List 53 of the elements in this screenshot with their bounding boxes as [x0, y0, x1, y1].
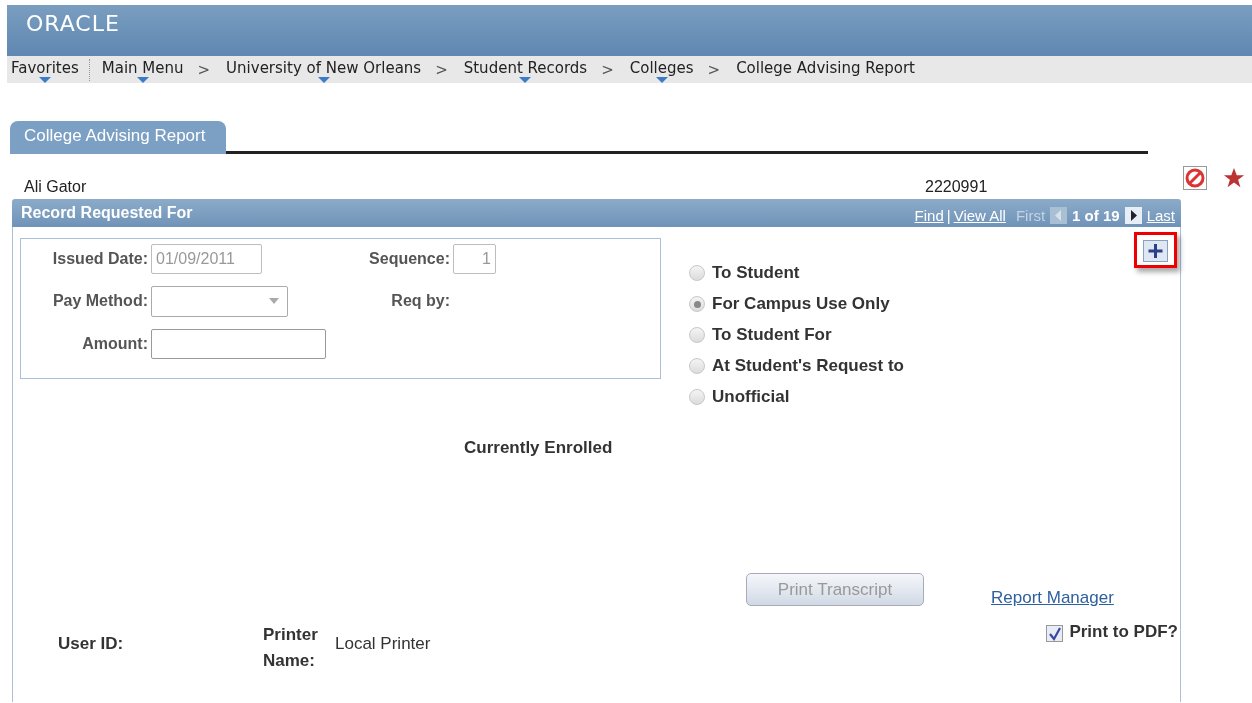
student-name: Ali Gator	[24, 178, 88, 196]
radio-button[interactable]	[689, 296, 705, 312]
breadcrumb-link[interactable]: Main Menu	[100, 59, 185, 83]
dropdown-caret-icon[interactable]	[655, 77, 668, 83]
link-divider: |	[946, 206, 951, 224]
breadcrumb-separator: >	[707, 60, 721, 79]
field-label: Pay Method:	[51, 292, 148, 310]
dropdown-caret-icon[interactable]	[317, 77, 330, 83]
view-all-link[interactable]: View All	[953, 206, 1006, 224]
dropdown-field[interactable]	[151, 285, 288, 317]
panel-title: Record Requested For	[21, 204, 193, 222]
radio-label: To Student	[712, 263, 800, 283]
print-pdf-label: Print to PDF?	[1069, 622, 1178, 642]
breadcrumb-separator: >	[601, 60, 614, 79]
printer-name-value: Local Printer	[335, 633, 431, 654]
star-icon[interactable]	[1223, 167, 1245, 189]
radio-label: For Campus Use Only	[712, 294, 890, 314]
dropdown-caret-icon[interactable]	[519, 77, 532, 83]
record-count: 1 of 19	[1072, 206, 1120, 224]
field-label: Issued Date:	[51, 250, 148, 268]
caret-icon[interactable]	[269, 298, 279, 304]
field-label: Amount:	[81, 335, 148, 353]
breadcrumb-separator: >	[197, 60, 211, 79]
student-id: 2220991	[925, 178, 988, 196]
page-tab[interactable]: College Advising Report	[10, 121, 227, 154]
dropdown-caret-icon[interactable]	[136, 77, 149, 83]
no-entry-icon[interactable]	[1183, 166, 1207, 190]
radio-label: To Student For	[712, 325, 832, 345]
oracle-logo: ORACLE	[26, 10, 120, 38]
add-icon[interactable]	[1143, 240, 1168, 262]
enrollment-status: Currently Enrolled	[464, 438, 613, 457]
radio-button[interactable]	[689, 327, 705, 343]
breadcrumb-link[interactable]: University of New Orleans	[225, 59, 423, 83]
breadcrumb-link[interactable]: Favorites	[10, 59, 80, 83]
field-label: Sequence:	[368, 250, 450, 268]
radio-label: Unofficial	[712, 387, 790, 407]
dropdown-caret-icon[interactable]	[38, 77, 51, 83]
report-manager-link[interactable]: Report Manager	[991, 588, 1114, 608]
input-field[interactable]	[151, 329, 326, 359]
find-link[interactable]: Find	[914, 206, 944, 224]
radio-button[interactable]	[689, 358, 705, 374]
breadcrumb-link[interactable]: College Advising Report	[735, 59, 916, 77]
radio-label: At Student's Request to	[712, 356, 904, 376]
breadcrumb-separator: >	[435, 60, 448, 79]
user-id-label: User ID:	[58, 633, 125, 654]
radio-button[interactable]	[689, 265, 705, 281]
breadcrumb-link[interactable]: Colleges	[628, 59, 695, 83]
breadcrumb-link[interactable]: Student Records	[462, 59, 589, 83]
printer-name-label: Printer Name:	[263, 624, 319, 672]
last-link[interactable]: Last	[1146, 206, 1175, 224]
radio-button[interactable]	[689, 389, 705, 405]
field-label: Req by:	[390, 292, 450, 310]
print-pdf-checkbox[interactable]	[1046, 625, 1064, 642]
